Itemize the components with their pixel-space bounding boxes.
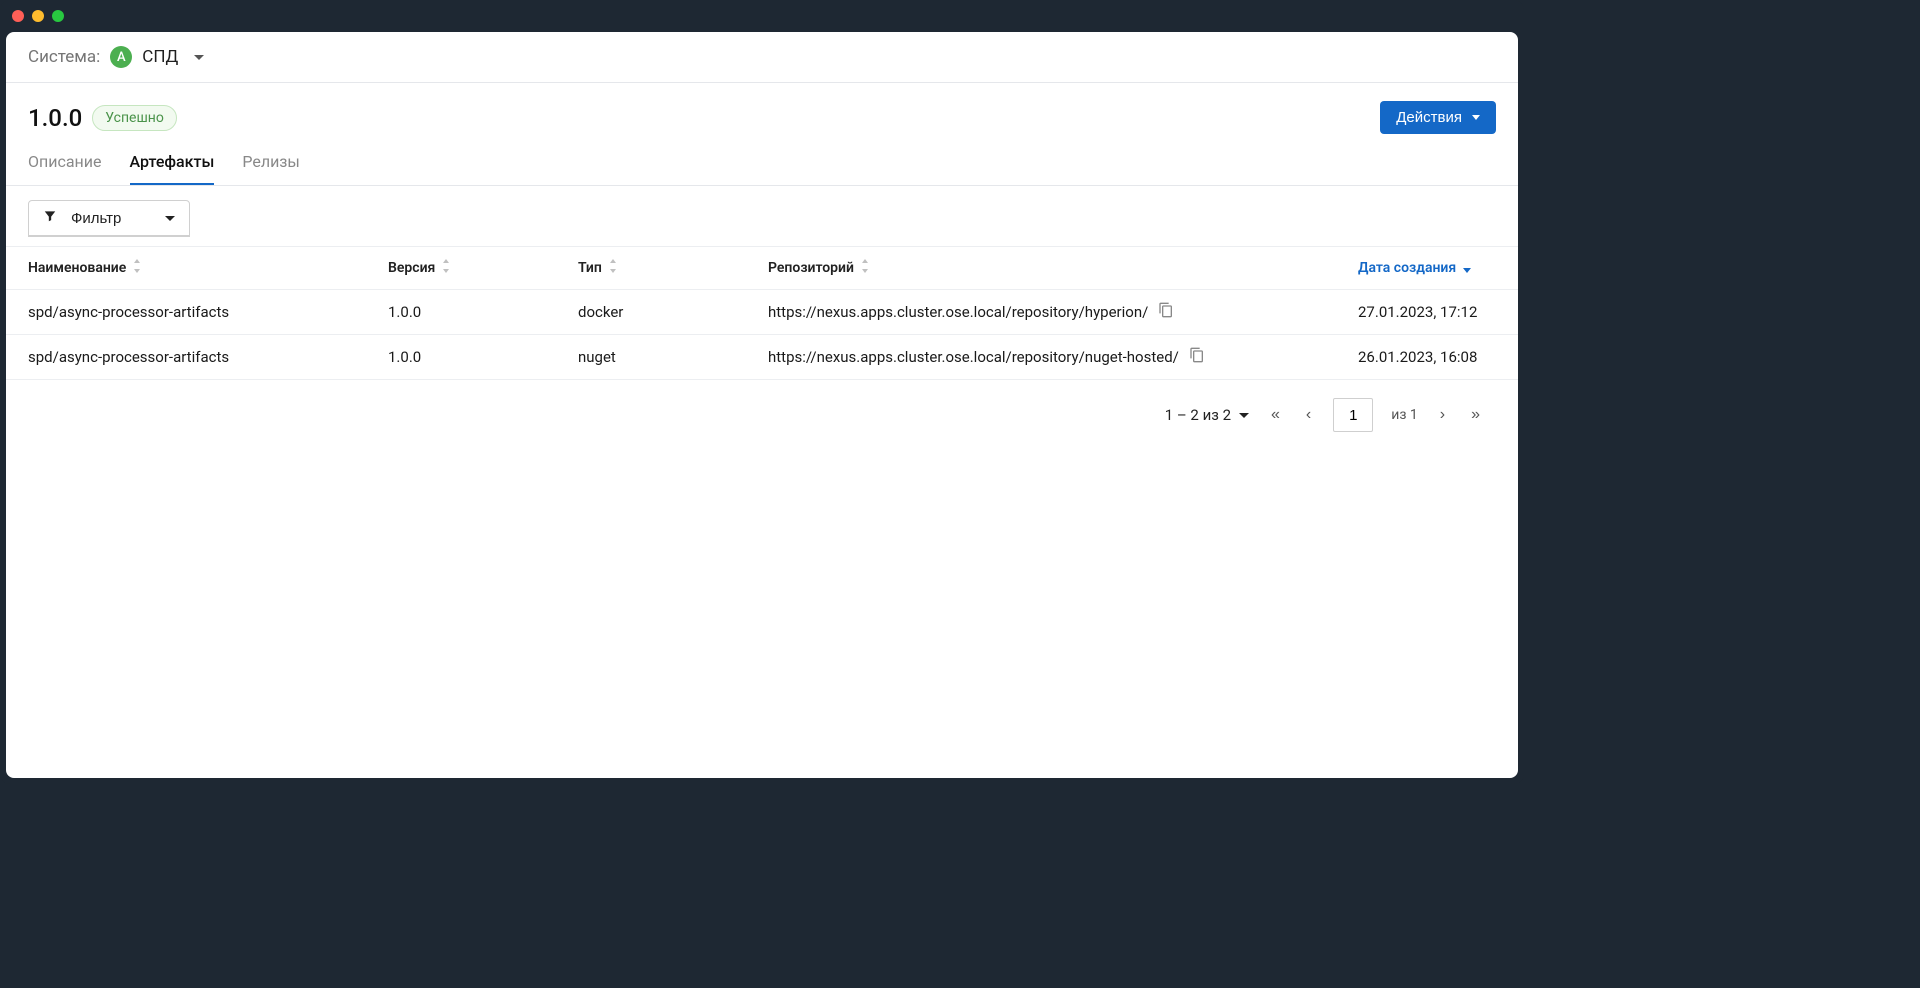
tab-description[interactable]: Описание xyxy=(28,152,102,185)
sort-icon xyxy=(441,259,451,277)
column-header-version-label: Версия xyxy=(388,260,435,276)
tab-artifacts[interactable]: Артефакты xyxy=(130,152,215,185)
pagination-last-button[interactable]: » xyxy=(1467,402,1484,428)
table-row: spd/async-processor-artifacts 1.0.0 dock… xyxy=(6,290,1518,335)
copy-icon[interactable] xyxy=(1158,302,1174,322)
cell-created: 27.01.2023, 17:12 xyxy=(1358,303,1518,321)
pagination-of-label: из 1 xyxy=(1391,407,1418,423)
pagination-range[interactable]: 1 – 2 из 2 xyxy=(1165,406,1249,424)
cell-name: spd/async-processor-artifacts xyxy=(28,348,388,366)
cell-version: 1.0.0 xyxy=(388,303,578,321)
window-minimize-button[interactable] xyxy=(32,10,44,22)
pagination-range-text: 1 – 2 из 2 xyxy=(1165,406,1231,424)
table-header-row: Наименование Версия Тип Репозиторий Дата… xyxy=(6,247,1518,290)
window-maximize-button[interactable] xyxy=(52,10,64,22)
artifacts-table: Наименование Версия Тип Репозиторий Дата… xyxy=(6,246,1518,380)
column-header-created[interactable]: Дата создания xyxy=(1358,259,1518,277)
app-content: Система: А СПД 1.0.0 Успешно Действия Оп… xyxy=(6,32,1518,778)
pagination-first-button[interactable]: « xyxy=(1267,402,1284,428)
copy-icon[interactable] xyxy=(1189,347,1205,367)
cell-created: 26.01.2023, 16:08 xyxy=(1358,348,1518,366)
window-close-button[interactable] xyxy=(12,10,24,22)
actions-button[interactable]: Действия xyxy=(1380,101,1496,134)
page-title: 1.0.0 xyxy=(28,104,82,132)
column-header-version[interactable]: Версия xyxy=(388,259,578,277)
pagination-prev-button[interactable]: ‹ xyxy=(1302,402,1315,428)
system-label: Система: xyxy=(28,47,100,67)
cell-version: 1.0.0 xyxy=(388,348,578,366)
header-left: 1.0.0 Успешно xyxy=(28,104,177,132)
repo-url: https://nexus.apps.cluster.ose.local/rep… xyxy=(768,348,1179,366)
column-header-name[interactable]: Наименование xyxy=(28,259,388,277)
table-toolbar: Фильтр xyxy=(6,186,1518,246)
pagination: 1 – 2 из 2 « ‹ из 1 › » xyxy=(6,380,1518,450)
column-header-type-label: Тип xyxy=(578,260,602,276)
cell-name: spd/async-processor-artifacts xyxy=(28,303,388,321)
cell-repository: https://nexus.apps.cluster.ose.local/rep… xyxy=(768,347,1358,367)
page-header: 1.0.0 Успешно Действия xyxy=(6,83,1518,134)
chevron-down-icon xyxy=(1239,413,1249,418)
window-frame: Система: А СПД 1.0.0 Успешно Действия Оп… xyxy=(0,0,1524,784)
cell-repository: https://nexus.apps.cluster.ose.local/rep… xyxy=(768,302,1358,322)
chevron-down-icon[interactable] xyxy=(194,55,204,60)
column-header-name-label: Наименование xyxy=(28,260,126,276)
table-row: spd/async-processor-artifacts 1.0.0 nuge… xyxy=(6,335,1518,380)
system-badge: А xyxy=(110,46,132,68)
sort-icon xyxy=(860,259,870,277)
titlebar xyxy=(0,0,1524,32)
cell-type: docker xyxy=(578,303,768,321)
status-badge: Успешно xyxy=(92,105,177,131)
column-header-repository-label: Репозиторий xyxy=(768,260,854,276)
sort-icon xyxy=(608,259,618,277)
tabs: Описание Артефакты Релизы xyxy=(6,134,1518,186)
filter-button[interactable]: Фильтр xyxy=(28,200,190,236)
sort-desc-icon xyxy=(1462,259,1472,277)
sort-icon xyxy=(132,259,142,277)
system-name: СПД xyxy=(142,47,178,67)
pagination-page-input[interactable] xyxy=(1333,398,1373,432)
repo-url: https://nexus.apps.cluster.ose.local/rep… xyxy=(768,303,1148,321)
column-header-type[interactable]: Тип xyxy=(578,259,768,277)
filter-icon xyxy=(43,209,57,227)
tab-releases[interactable]: Релизы xyxy=(242,152,300,185)
cell-type: nuget xyxy=(578,348,768,366)
chevron-down-icon xyxy=(165,216,175,221)
actions-button-label: Действия xyxy=(1396,109,1462,126)
filter-label: Фильтр xyxy=(71,210,121,227)
chevron-down-icon xyxy=(1472,115,1480,120)
column-header-repository[interactable]: Репозиторий xyxy=(768,259,1358,277)
pagination-next-button[interactable]: › xyxy=(1436,402,1449,428)
column-header-created-label: Дата создания xyxy=(1358,260,1456,276)
system-selector-bar: Система: А СПД xyxy=(6,32,1518,83)
